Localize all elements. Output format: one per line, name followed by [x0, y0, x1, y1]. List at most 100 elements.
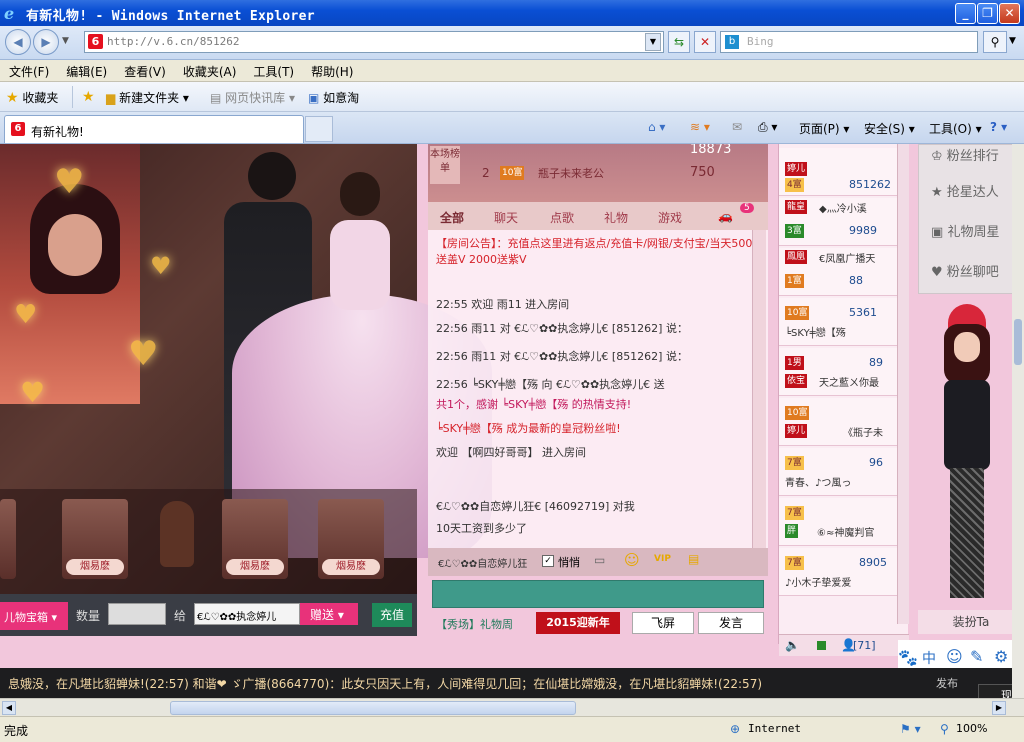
security-zone[interactable]: Internet	[748, 722, 801, 735]
close-button[interactable]: ✕	[999, 3, 1020, 24]
private-checkbox[interactable]: ✓	[542, 555, 554, 567]
treasure-box-button[interactable]: 儿物宝箱 ▾	[0, 602, 68, 630]
newyear-banner[interactable]: 2015迎新年	[536, 612, 620, 634]
mail-icon[interactable]: ✉	[732, 120, 742, 134]
post-link[interactable]: 发布	[936, 675, 958, 691]
fly-screen-button[interactable]: 飞屏	[632, 612, 694, 634]
tab-song[interactable]: 点歌	[550, 209, 574, 226]
tab-chat[interactable]: 聊天	[494, 209, 518, 226]
user-row[interactable]: 1男 89 依宝 天之藍ㄨ你最	[779, 348, 897, 396]
recharge-button[interactable]: 充值	[372, 603, 412, 627]
emoji-icon[interactable]: ☺	[624, 551, 640, 569]
vip-icon[interactable]: VIP	[654, 554, 671, 564]
gift-card[interactable]: 烟易麽	[62, 499, 128, 579]
quantity-input[interactable]	[108, 603, 166, 625]
image-icon[interactable]: ▭	[594, 553, 605, 567]
paw-icon[interactable]: 🐾	[898, 648, 918, 667]
add-favorite-icon[interactable]: ★	[82, 89, 95, 105]
rank-name[interactable]: 瓶子未来老公	[538, 165, 604, 181]
user-row[interactable]: 4富 851262 婷儿	[779, 148, 897, 196]
zoom-icon[interactable]: ⚲	[940, 722, 949, 736]
sidebar-item-star[interactable]: ★ 抢星达人	[931, 181, 999, 200]
rank-label[interactable]: 本场榜单	[430, 146, 460, 184]
favorites-button[interactable]: ★ 收藏夹	[6, 89, 58, 106]
room-notice[interactable]: 【房间公告】：充值点这里进有返点/充值卡/网银/支付宝/当天500送盖V 200…	[436, 236, 758, 268]
feeds-icon[interactable]: ≋ ▾	[690, 120, 710, 134]
refresh-button[interactable]: ⇆	[668, 31, 690, 53]
tools-menu[interactable]: 工具(O) ▾	[929, 120, 982, 137]
scroll-left-icon[interactable]: ◀	[2, 701, 16, 715]
smile-icon[interactable]: ☺	[946, 647, 963, 666]
forward-button[interactable]: ▶	[33, 29, 59, 55]
gift-card[interactable]: 烟易麽	[222, 499, 288, 579]
home-icon[interactable]: ⌂ ▾	[648, 120, 665, 134]
menu-help[interactable]: 帮助(H)	[302, 60, 361, 80]
safety-menu[interactable]: 安全(S) ▾	[864, 120, 915, 137]
sidebar-item-fans-rank[interactable]: ♔ 粉丝排行	[931, 145, 999, 164]
horizontal-scrollbar[interactable]: ◀ ▶	[0, 698, 1024, 716]
video-stage: ♥ ♥ ♥ ♥ ♥ 烟易麽 烟易麽 烟易麽	[0, 144, 492, 595]
tab-game[interactable]: 游戏	[658, 209, 682, 226]
scroll-right-icon[interactable]: ▶	[992, 701, 1006, 715]
gear-icon[interactable]: ⚙	[994, 647, 1008, 666]
sidebar-item-gift-week[interactable]: ▣ 礼物周星	[931, 221, 999, 240]
new-tab-button[interactable]	[305, 116, 333, 142]
search-icon[interactable]: ⚲	[983, 31, 1007, 53]
user-row[interactable]: 3富 9989 龍皇 ◆灬冷小溪	[779, 198, 897, 246]
print-icon[interactable]: ⎙ ▾	[758, 120, 777, 135]
ticker-text[interactable]: 息娥没，在凡堪比貂蝉妹!(22:57) 和谐❤ ゞ广播(8664770)：此女只…	[8, 675, 762, 692]
page-scrollbar[interactable]	[1012, 144, 1024, 698]
page-scroll-thumb[interactable]	[1014, 319, 1022, 365]
ruyitao-link[interactable]: ▣ 如意淘	[308, 89, 359, 106]
chat-input[interactable]	[432, 580, 764, 608]
menu-edit[interactable]: 编辑(E)	[57, 60, 115, 80]
car-icon[interactable]: 🚗	[718, 209, 733, 223]
tab-gift[interactable]: 礼物	[604, 209, 628, 226]
back-button[interactable]: ◀	[5, 29, 31, 55]
user-row[interactable]: 1富 88 鳳凰 €凤凰广播天	[779, 248, 897, 296]
webslice-gallery-button[interactable]: ▤ 网页快讯库 ▾	[210, 89, 295, 106]
speaker-icon[interactable]: 🔈	[785, 638, 800, 652]
private-chat-target[interactable]: €ℒ♡✿✿自恋婷儿狂	[438, 555, 527, 570]
address-bar[interactable]: 6 http://v.6.cn/851262 ▼	[84, 31, 664, 53]
zoom-level[interactable]: 100%	[956, 722, 987, 735]
user-row[interactable]: 7富 96 青春、♪つ風っ	[779, 448, 897, 496]
scroll-thumb[interactable]	[170, 701, 576, 715]
browser-tab[interactable]: 6 有新礼物!	[4, 115, 304, 143]
menu-favorites[interactable]: 收藏夹(A)	[174, 60, 245, 80]
protected-mode-icon[interactable]: ⚑ ▾	[900, 722, 921, 736]
help-icon[interactable]: ? ▾	[990, 120, 1007, 134]
tab-title[interactable]: 有新礼物!	[31, 123, 84, 140]
more-icon[interactable]: ▤	[688, 552, 699, 566]
user-row[interactable]: 10富 婷儿 《瓶子未	[779, 398, 897, 446]
chat-scrollbar[interactable]	[752, 230, 766, 550]
user-row[interactable]: 7富 8905 ♪小木子挚爱爱	[779, 548, 897, 596]
address-url[interactable]: http://v.6.cn/851262	[107, 35, 239, 48]
address-dropdown-icon[interactable]: ▼	[645, 33, 661, 51]
user-row[interactable]: 10富 5361 ╘SKY╪戀【殇	[779, 298, 897, 346]
search-box[interactable]: b Bing	[720, 31, 978, 53]
pen-icon[interactable]: ✎	[970, 647, 983, 666]
send-gift-button[interactable]: 赠送 ▾	[300, 603, 358, 625]
gift-card[interactable]	[0, 499, 16, 579]
minimize-button[interactable]: _	[955, 3, 976, 24]
history-dropdown-icon[interactable]: ▼	[62, 36, 69, 46]
dressup-button[interactable]: 装扮Ta	[918, 610, 1024, 634]
sidebar-item-fan-chat[interactable]: ♥ 粉丝聊吧	[931, 261, 999, 280]
ime-icon[interactable]: 中	[922, 648, 936, 668]
menu-file[interactable]: 文件(F)	[0, 60, 57, 80]
stop-button[interactable]: ✕	[694, 31, 716, 53]
search-options-icon[interactable]: ▼	[1009, 36, 1016, 46]
send-message-button[interactable]: 发言	[698, 612, 764, 634]
tab-all[interactable]: 全部	[440, 209, 464, 226]
search-placeholder[interactable]: Bing	[747, 35, 774, 48]
menu-tools[interactable]: 工具(T)	[244, 60, 302, 80]
recipient-field[interactable]: €ℒ♡✿✿执念婷儿	[194, 603, 300, 625]
gift-card[interactable]: 烟易麽	[318, 499, 384, 579]
menu-view[interactable]: 查看(V)	[115, 60, 174, 80]
page-menu[interactable]: 页面(P) ▾	[799, 120, 849, 137]
user-row[interactable]: 7富 胖 ⑥≈神魔判官	[779, 498, 897, 546]
new-folder-button[interactable]: ▆ 新建文件夹 ▾	[106, 89, 189, 106]
maximize-button[interactable]: ❐	[977, 3, 998, 24]
show-label[interactable]: 【秀场】礼物周	[436, 616, 513, 632]
